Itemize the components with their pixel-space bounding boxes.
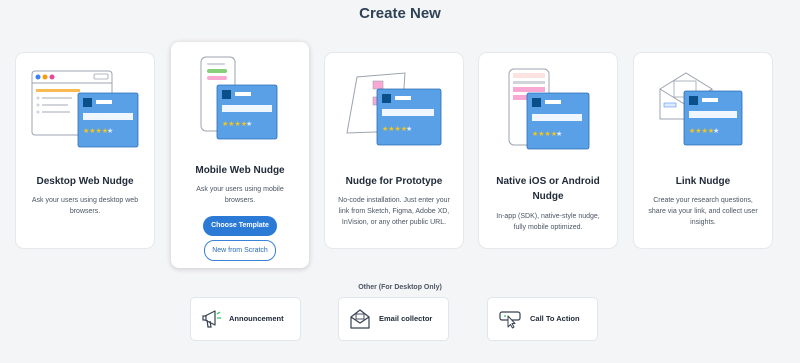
new-from-scratch-button[interactable]: New from Scratch [204,240,276,261]
svg-text:★★★★: ★★★★ [532,130,557,138]
card-description: No-code installation. Just enter your li… [338,197,450,226]
other-section-label: Other (For Desktop Only) [358,284,442,291]
desktop-nudge-illustration: ★★★★ ★ [31,70,139,148]
svg-text:★: ★ [107,127,113,135]
announcement-option[interactable]: Announcement [191,298,300,340]
mobile-nudge-illustration: ★★★★ ★ [200,56,278,140]
email-collector-label: Email collector [379,314,433,323]
page-title: Create New [359,5,441,22]
svg-text:★: ★ [406,125,412,133]
card-description: In-app (SDK), native-style nudge, fully … [496,213,600,231]
announcement-label: Announcement [229,314,284,323]
card-nudge-for-prototype[interactable]: ★★★★ ★ Nudge for Prototype No-code insta… [325,53,463,248]
card-title: Mobile Web Nudge [195,165,285,176]
svg-text:★: ★ [713,127,719,135]
card-description: Ask your users using desktop web browser… [31,197,139,215]
svg-text:★★★★: ★★★★ [222,120,247,128]
card-title: Nudge for Prototype [345,176,443,187]
cursor-click-icon [499,311,521,329]
card-title: Link Nudge [675,176,731,187]
card-mobile-web-nudge[interactable]: ★★★★ ★ Mobile Web Nudge Ask your users u… [171,42,309,268]
svg-text:★: ★ [246,120,252,128]
svg-text:★★★★: ★★★★ [689,127,714,135]
prototype-nudge-illustration: ★★★★ ★ [346,72,442,146]
card-desktop-web-nudge[interactable]: ★★★★ ★ Desktop Web Nudge Ask your users … [16,53,154,248]
svg-text:★★★★: ★★★★ [382,125,407,133]
card-description: Create your research questions, share vi… [648,197,758,226]
call-to-action-option[interactable]: Call To Action [488,298,597,340]
megaphone-icon [202,310,221,328]
choose-template-button[interactable]: Choose Template [203,216,277,236]
card-description: Ask your users using mobile browsers. [196,186,284,204]
svg-text:★: ★ [556,130,562,138]
email-collector-option[interactable]: Email collector [339,298,448,340]
card-title: Native iOS or Android Nudge [496,176,600,202]
envelope-icon [350,309,370,329]
card-native-nudge[interactable]: ★★★★ ★ Native iOS or Android Nudge In-ap… [479,53,617,248]
card-link-nudge[interactable]: ★★★★ ★ Link Nudge Create your research q… [634,53,772,248]
card-title: Desktop Web Nudge [36,176,134,187]
link-nudge-illustration: ★★★★ ★ [659,72,743,146]
svg-text:★★★★: ★★★★ [83,127,108,135]
call-to-action-label: Call To Action [530,314,580,323]
native-nudge-illustration: ★★★★ ★ [508,68,590,150]
